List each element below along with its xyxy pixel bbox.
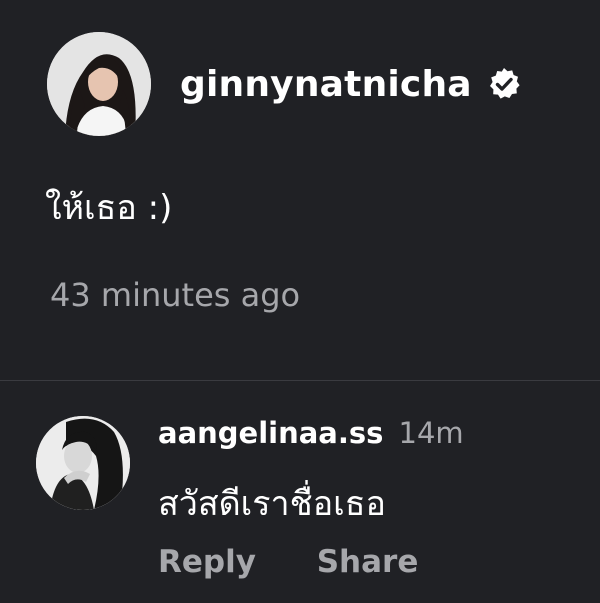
reply-button[interactable]: Reply (158, 544, 256, 580)
comment-header: aangelinaa.ss 14m (158, 416, 464, 450)
post-author-avatar[interactable] (47, 32, 151, 136)
post-author-username[interactable]: ginnynatnicha (180, 64, 472, 105)
commenter-username[interactable]: aangelinaa.ss (158, 416, 383, 450)
share-button[interactable]: Share (317, 544, 419, 580)
comment-actions: Reply Share (158, 544, 418, 580)
section-divider (0, 380, 600, 381)
commenter-avatar[interactable] (36, 416, 130, 510)
comment-text: สวัสดีเราชื่อเธอ (158, 484, 386, 524)
comment-item: aangelinaa.ss 14m สวัสดีเราชื่อเธอ Reply… (36, 416, 596, 596)
post-caption: ให้เธอ :) (45, 188, 173, 228)
post-header: ginnynatnicha (47, 32, 522, 136)
post-timestamp: 43 minutes ago (50, 276, 301, 314)
comment-time: 14m (398, 416, 464, 450)
verified-badge-icon (486, 66, 522, 102)
